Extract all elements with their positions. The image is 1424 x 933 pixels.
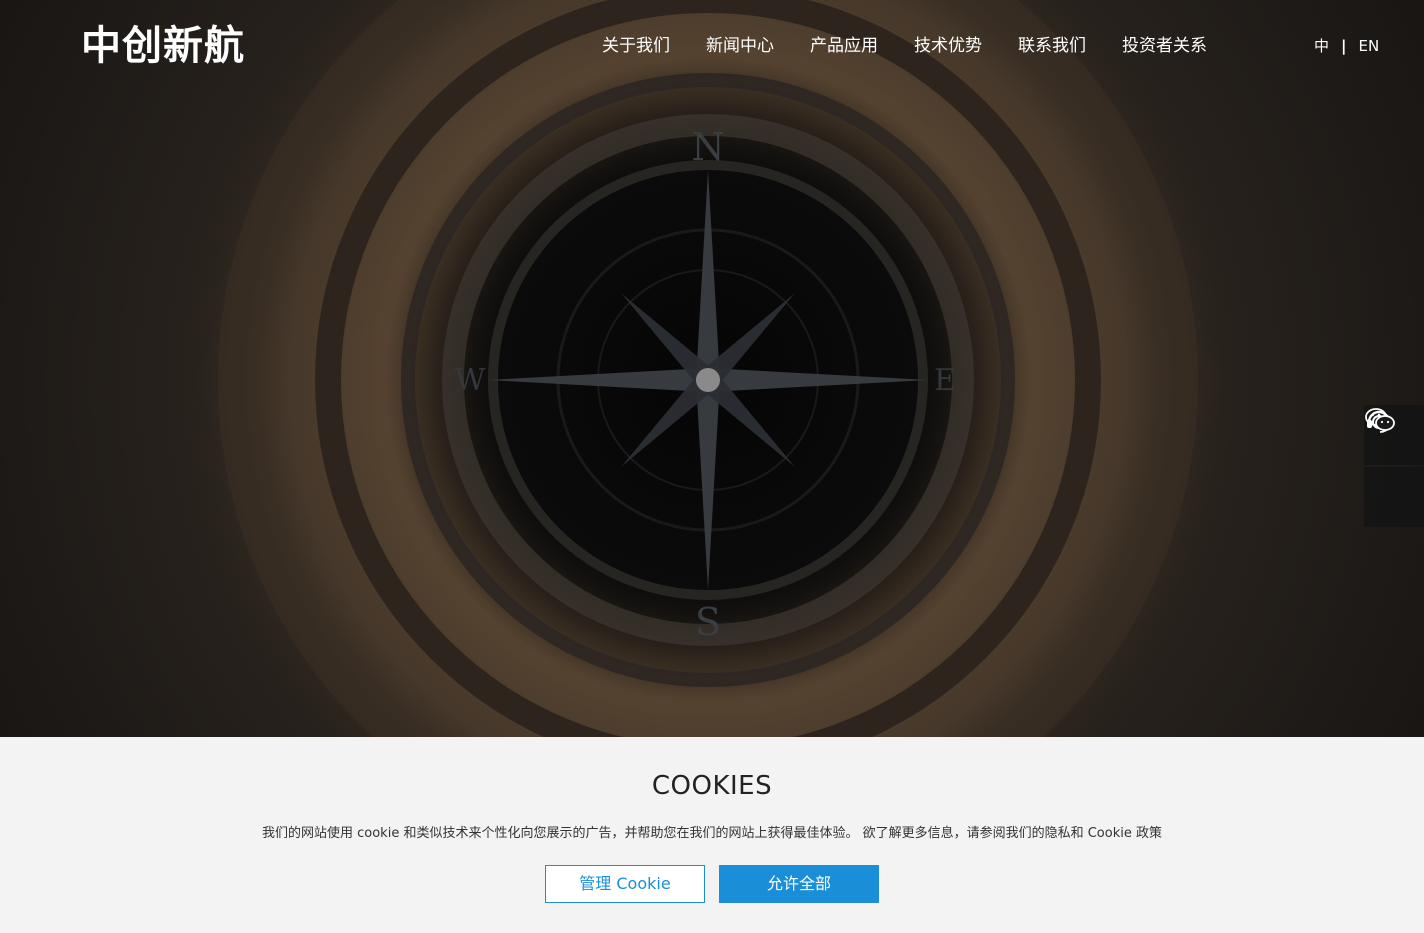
cookie-title: COOKIES (651, 771, 773, 801)
compass-letter-e: E (934, 363, 956, 398)
cookie-banner: COOKIES 我们的网站使用 cookie 和类似技术来个性化向您展示的广告，… (0, 737, 1424, 933)
compass-illustration: N S W E (148, 0, 1268, 737)
cookie-description: 我们的网站使用 cookie 和类似技术来个性化向您展示的广告，并帮助您在我们的… (262, 826, 1162, 841)
nav-item-about[interactable]: 关于我们 (602, 34, 670, 58)
compass-letter-n: N (691, 125, 724, 169)
manage-cookie-button[interactable]: 管理 Cookie (545, 865, 705, 903)
accept-all-button[interactable]: 允许全部 (719, 865, 879, 903)
site-logo[interactable]: 中创新航 (81, 22, 245, 70)
lang-separator: | (1341, 37, 1347, 55)
main-nav: 关于我们 新闻中心 产品应用 技术优势 联系我们 投资者关系 (602, 34, 1243, 58)
wechat-button[interactable] (1364, 408, 1424, 527)
lang-en-link[interactable]: EN (1359, 35, 1380, 57)
nav-item-news[interactable]: 新闻中心 (706, 34, 774, 58)
nav-item-investors[interactable]: 投资者关系 (1122, 34, 1207, 58)
compass-letter-w: W (455, 363, 486, 398)
nav-item-products[interactable]: 产品应用 (810, 34, 878, 58)
nav-item-technology[interactable]: 技术优势 (914, 34, 982, 58)
lang-cn-link[interactable]: 中 (1314, 35, 1329, 57)
language-switcher: 中 | EN (1314, 35, 1379, 57)
side-float-buttons (1364, 405, 1424, 529)
wechat-icon (1365, 408, 1395, 431)
nav-item-contact[interactable]: 联系我们 (1018, 34, 1086, 58)
compass-letter-s: S (695, 600, 721, 644)
hero-banner: N S W E 中创新航 关于我们 新闻中心 产品应用 技术优势 联系我们 投资… (0, 0, 1424, 737)
